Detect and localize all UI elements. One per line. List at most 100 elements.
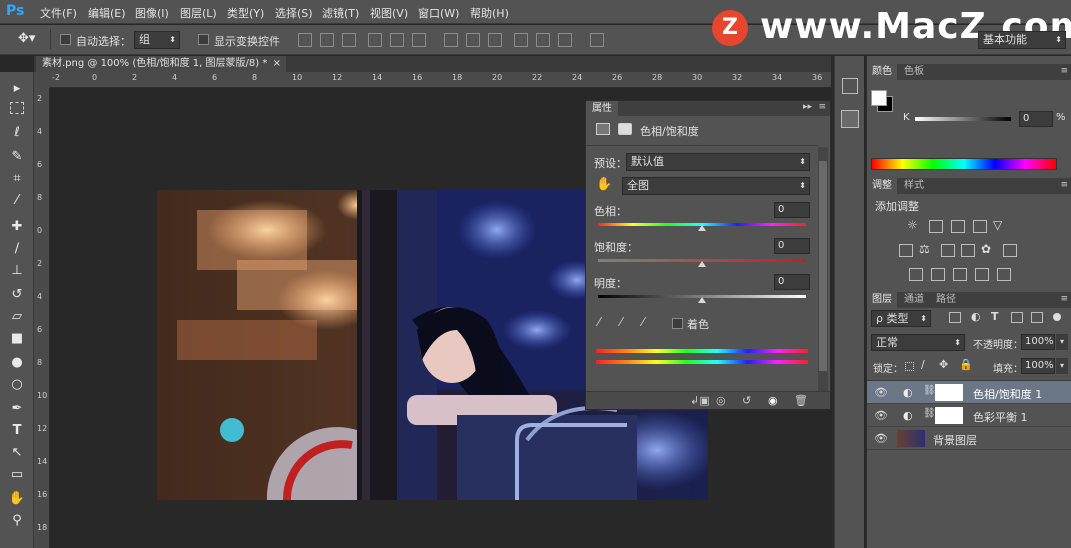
foreground-swatch[interactable] xyxy=(871,90,887,106)
history-panel-icon[interactable] xyxy=(842,78,858,94)
properties-tab[interactable]: 属性 xyxy=(586,101,618,116)
distribute-hcenter-icon[interactable] xyxy=(536,33,550,47)
document-tab[interactable]: 素材.png @ 100% (色相/饱和度 1, 图层蒙版/8) * × xyxy=(36,56,286,72)
invert-icon[interactable] xyxy=(909,268,923,281)
hue-input[interactable]: 0 xyxy=(774,202,810,218)
blend-mode-dropdown[interactable]: 正常 ⬍ xyxy=(871,334,965,351)
tab-swatches[interactable]: 色板 xyxy=(899,64,929,80)
color-k-input[interactable]: 0 xyxy=(1019,111,1053,127)
fill-dropdown-icon[interactable]: ▾ xyxy=(1056,358,1068,374)
show-transform-checkbox[interactable] xyxy=(198,34,209,45)
quick-select-tool-icon[interactable]: ✎ xyxy=(8,148,26,166)
move-tool-icon[interactable]: ✥▾ xyxy=(18,31,35,46)
tab-paths[interactable]: 路径 xyxy=(931,292,961,308)
tab-color[interactable]: 颜色 xyxy=(867,64,897,80)
marquee-tool-icon[interactable] xyxy=(10,102,24,114)
crop-tool-icon[interactable]: ⌗ xyxy=(8,170,26,188)
clip-to-layer-icon[interactable]: ↲▣ xyxy=(690,394,710,407)
filter-pixel-icon[interactable] xyxy=(949,312,961,323)
menu-filter[interactable]: 滤镜(T) xyxy=(322,5,359,21)
filter-adjustment-icon[interactable]: ◐ xyxy=(971,310,981,323)
distribute-vcenter-icon[interactable] xyxy=(466,33,480,47)
threshold-icon[interactable] xyxy=(953,268,967,281)
layer-mask-thumbnail[interactable] xyxy=(935,384,963,401)
lock-pixels-icon[interactable]: ∕ xyxy=(921,358,925,371)
levels-icon[interactable] xyxy=(929,220,943,233)
workspace-dropdown[interactable]: 基本功能 ⬍ xyxy=(978,31,1066,49)
tab-styles[interactable]: 样式 xyxy=(899,178,929,194)
brightness-contrast-icon[interactable]: ☼ xyxy=(907,218,918,232)
filter-toggle-icon[interactable] xyxy=(1053,313,1061,321)
pen-tool-icon[interactable]: ✒ xyxy=(8,400,26,418)
menu-type[interactable]: 类型(Y) xyxy=(227,5,264,21)
layer-filter-dropdown[interactable]: ρ 类型 ⬍ xyxy=(871,310,931,327)
color-spectrum-bar[interactable] xyxy=(871,158,1057,170)
channel-mixer-icon[interactable]: ✿ xyxy=(981,242,991,256)
layer-name[interactable]: 背景图层 xyxy=(933,432,977,448)
eye-icon[interactable]: 👁 xyxy=(874,386,888,399)
posterize-icon[interactable] xyxy=(931,268,945,281)
menu-layer[interactable]: 图层(L) xyxy=(180,5,217,21)
gradient-map-icon[interactable] xyxy=(997,268,1011,281)
move-tool-icon[interactable]: ▸ xyxy=(8,80,26,98)
exposure-icon[interactable] xyxy=(973,220,987,233)
layer-thumbnail[interactable] xyxy=(897,430,925,447)
filter-smart-object-icon[interactable] xyxy=(1031,312,1043,323)
curves-icon[interactable] xyxy=(951,220,965,233)
menu-window[interactable]: 窗口(W) xyxy=(418,5,459,21)
auto-select-checkbox[interactable] xyxy=(60,34,71,45)
menu-file[interactable]: 文件(F) xyxy=(40,5,77,21)
auto-align-icon[interactable] xyxy=(590,33,604,47)
layer-name[interactable]: 色彩平衡 1 xyxy=(973,409,1028,425)
lightness-slider-thumb[interactable] xyxy=(698,297,706,303)
close-tab-icon[interactable]: × xyxy=(273,56,281,71)
gradient-tool-icon[interactable]: ■ xyxy=(8,330,26,348)
align-right-icon[interactable] xyxy=(412,33,426,47)
link-icon[interactable]: ⛓ xyxy=(923,408,936,419)
zoom-tool-icon[interactable]: ⚲ xyxy=(8,512,26,530)
channel-dropdown[interactable]: 全图 ⬍ xyxy=(622,177,810,195)
menu-help[interactable]: 帮助(H) xyxy=(470,5,509,21)
eyedropper-icon[interactable]: ⁄ xyxy=(598,315,600,329)
collapse-icon[interactable]: ▸▸ xyxy=(803,102,812,112)
selective-color-icon[interactable] xyxy=(975,268,989,281)
eyedropper-plus-icon[interactable]: ⁄ xyxy=(620,315,622,329)
eye-icon[interactable]: 👁 xyxy=(874,409,888,422)
panel-menu-icon[interactable]: ≡ xyxy=(818,102,826,112)
healing-brush-tool-icon[interactable]: ✚ xyxy=(8,218,26,236)
menu-select[interactable]: 选择(S) xyxy=(275,5,313,21)
delete-icon[interactable]: 🗑 xyxy=(794,394,808,407)
dodge-tool-icon[interactable]: ○ xyxy=(8,376,26,394)
color-balance-icon[interactable]: ⚖ xyxy=(919,242,930,256)
auto-select-dropdown[interactable]: 组 ⬍ xyxy=(134,31,180,49)
lock-transparent-icon[interactable] xyxy=(905,362,914,371)
hand-tool-icon[interactable]: ✋ xyxy=(8,490,26,508)
panel-menu-icon[interactable]: ≡ xyxy=(1060,180,1068,190)
lasso-tool-icon[interactable]: ℓ xyxy=(8,124,26,142)
menu-view[interactable]: 视图(V) xyxy=(370,5,408,21)
tab-adjustments[interactable]: 调整 xyxy=(867,178,897,194)
scrollbar[interactable] xyxy=(818,147,828,391)
eye-icon[interactable]: 👁 xyxy=(874,432,888,445)
panel-menu-icon[interactable]: ≡ xyxy=(1060,66,1068,76)
align-top-icon[interactable] xyxy=(298,33,312,47)
mask-icon[interactable] xyxy=(618,123,632,135)
align-left-icon[interactable] xyxy=(368,33,382,47)
rectangle-tool-icon[interactable]: ▭ xyxy=(8,466,26,484)
brush-tool-icon[interactable]: ∕ xyxy=(8,240,26,258)
filter-type-icon[interactable]: T xyxy=(991,310,999,323)
hue-saturation-icon[interactable] xyxy=(899,244,913,257)
eyedropper-minus-icon[interactable]: ⁄ xyxy=(642,315,644,329)
opacity-input[interactable]: 100% xyxy=(1021,334,1055,350)
reset-icon[interactable]: ↺ xyxy=(742,394,751,407)
menu-image[interactable]: 图像(I) xyxy=(135,5,169,21)
layer-row[interactable]: 👁 ◐ ⛓ 色相/饱和度 1 xyxy=(867,381,1071,404)
distribute-left-icon[interactable] xyxy=(514,33,528,47)
layer-name[interactable]: 色相/饱和度 1 xyxy=(973,386,1042,402)
tab-layers[interactable]: 图层 xyxy=(867,292,897,308)
layer-row[interactable]: 👁 ◐ ⛓ 色彩平衡 1 xyxy=(867,404,1071,427)
black-white-icon[interactable] xyxy=(941,244,955,257)
scrollbar-thumb[interactable] xyxy=(819,161,827,371)
panel-menu-icon[interactable]: ≡ xyxy=(1060,294,1068,304)
distribute-right-icon[interactable] xyxy=(558,33,572,47)
